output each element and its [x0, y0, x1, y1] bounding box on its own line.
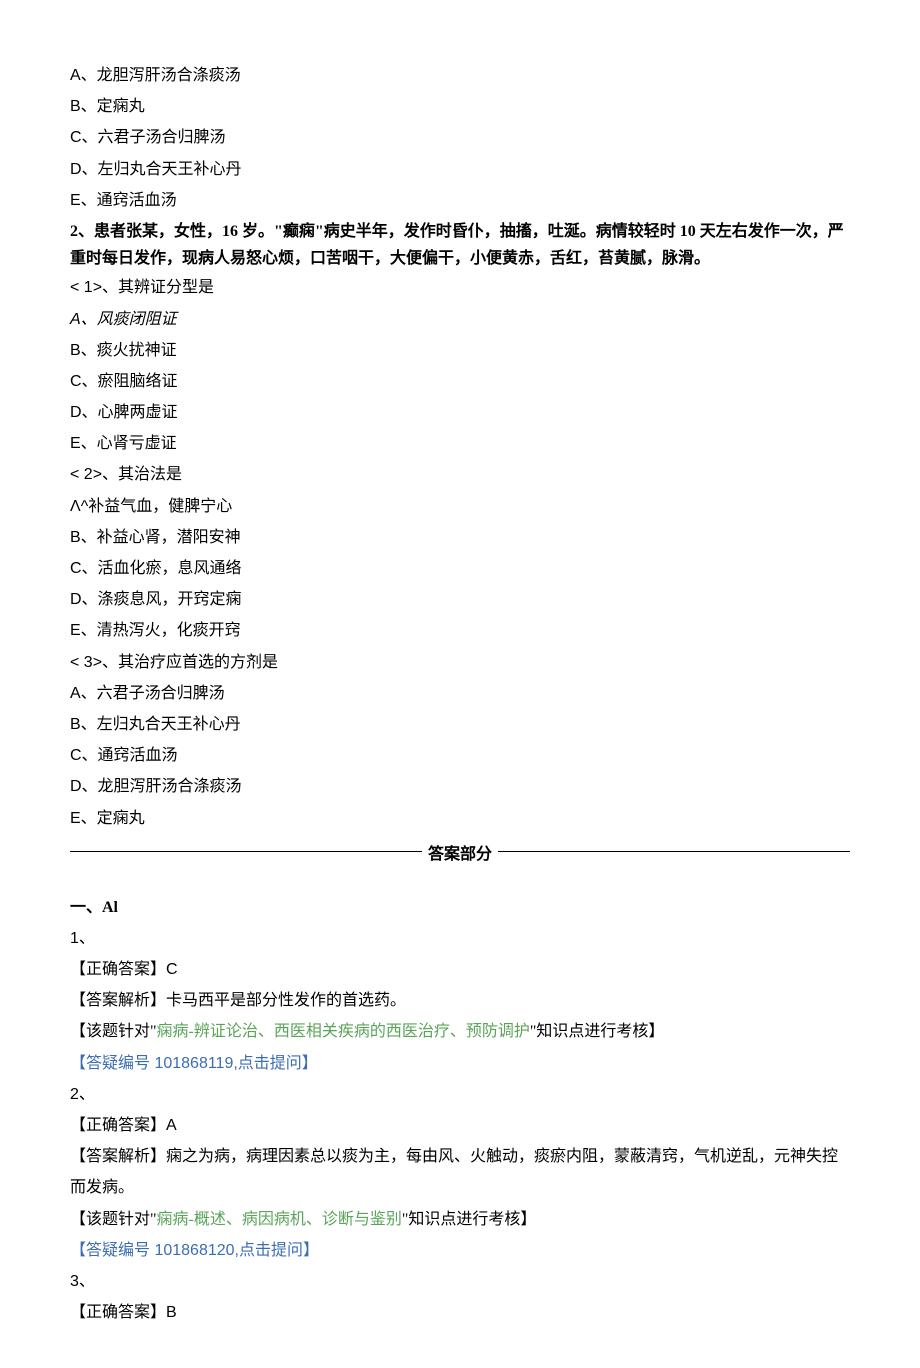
- a1-topic-prefix: 【该题针对": [70, 1023, 157, 1040]
- a3-num: 3、: [70, 1266, 850, 1297]
- a1-topic: 【该题针对"痫病-辨证论治、西医相关疾病的西医治疗、预防调护"知识点进行考核】: [70, 1016, 850, 1047]
- q2-s3-c: C、通窍活血汤: [70, 740, 850, 771]
- a1-topic-green: 痫病-辨证论治、西医相关疾病的西医治疗、预防调护: [157, 1023, 530, 1040]
- q1-option-c: C、六君子汤合归脾汤: [70, 122, 850, 153]
- answers-section-title: 答案部分: [422, 840, 498, 864]
- answers-section-divider: 答案部分: [70, 840, 850, 864]
- q1-option-a: A、龙胆泻肝汤合涤痰汤: [70, 60, 850, 91]
- q2-s2-a: Λ^补益气血，健脾宁心: [70, 491, 850, 522]
- a2-num: 2、: [70, 1079, 850, 1110]
- q2-s1-b: B、痰火扰神证: [70, 335, 850, 366]
- q2-s3-d: D、龙胆泻肝汤合涤痰汤: [70, 771, 850, 802]
- q2-s2-e: E、清热泻火，化痰开窍: [70, 615, 850, 646]
- q2-s3-e: E、定痫丸: [70, 803, 850, 834]
- q2-s2-b: B、补益心肾，潜阳安神: [70, 522, 850, 553]
- a1-num: 1、: [70, 923, 850, 954]
- q2-s1-a: A、风痰闭阻证: [70, 304, 850, 335]
- q2-s1-lead: < 1>、其辨证分型是: [70, 272, 850, 303]
- a2-explain: 【答案解析】痫之为病，病理因素总以痰为主，每由风、火触动，痰瘀内阻，蒙蔽清窍，气…: [70, 1141, 850, 1203]
- a2-link[interactable]: 【答疑编号 101868120,点击提问】: [70, 1235, 850, 1266]
- q2-s1-e: E、心肾亏虚证: [70, 428, 850, 459]
- q2-s3-a: A、六君子汤合归脾汤: [70, 678, 850, 709]
- a1-link[interactable]: 【答疑编号 101868119,点击提问】: [70, 1048, 850, 1079]
- q1-option-e: E、通窍活血汤: [70, 185, 850, 216]
- divider-line-right: [498, 851, 850, 852]
- a2-topic-suffix: "知识点进行考核】: [402, 1211, 537, 1228]
- q1-option-d: D、左归丸合天王补心丹: [70, 154, 850, 185]
- q2-s2-c: C、活血化瘀，息风通络: [70, 553, 850, 584]
- a2-topic: 【该题针对"痫病-概述、病因病机、诊断与鉴别"知识点进行考核】: [70, 1204, 850, 1235]
- q2-s1-c: C、瘀阻脑络证: [70, 366, 850, 397]
- q2-s1-d: D、心脾两虚证: [70, 397, 850, 428]
- a1-explain: 【答案解析】卡马西平是部分性发作的首选药。: [70, 985, 850, 1016]
- a2-topic-prefix: 【该题针对": [70, 1211, 157, 1228]
- q2-s3-b: B、左归丸合天王补心丹: [70, 709, 850, 740]
- q2-s3-lead: < 3>、其治疗应首选的方剂是: [70, 647, 850, 678]
- q2-stem: 2、患者张某，女性，16 岁。"癫痫"病史半年，发作时昏仆，抽搐，吐涎。病情较轻…: [70, 218, 850, 272]
- q1-option-b: B、定痫丸: [70, 91, 850, 122]
- q2-s2-lead: < 2>、其治法是: [70, 459, 850, 490]
- q2-s2-d: D、涤痰息风，开窍定痫: [70, 584, 850, 615]
- a2-topic-green: 痫病-概述、病因病机、诊断与鉴别: [157, 1211, 402, 1228]
- a1-topic-suffix: "知识点进行考核】: [530, 1023, 665, 1040]
- divider-line-left: [70, 851, 422, 852]
- a2-correct: 【正确答案】A: [70, 1110, 850, 1141]
- a3-correct: 【正确答案】B: [70, 1297, 850, 1328]
- a1-correct: 【正确答案】C: [70, 954, 850, 985]
- answers-group-title: 一、Al: [70, 892, 850, 923]
